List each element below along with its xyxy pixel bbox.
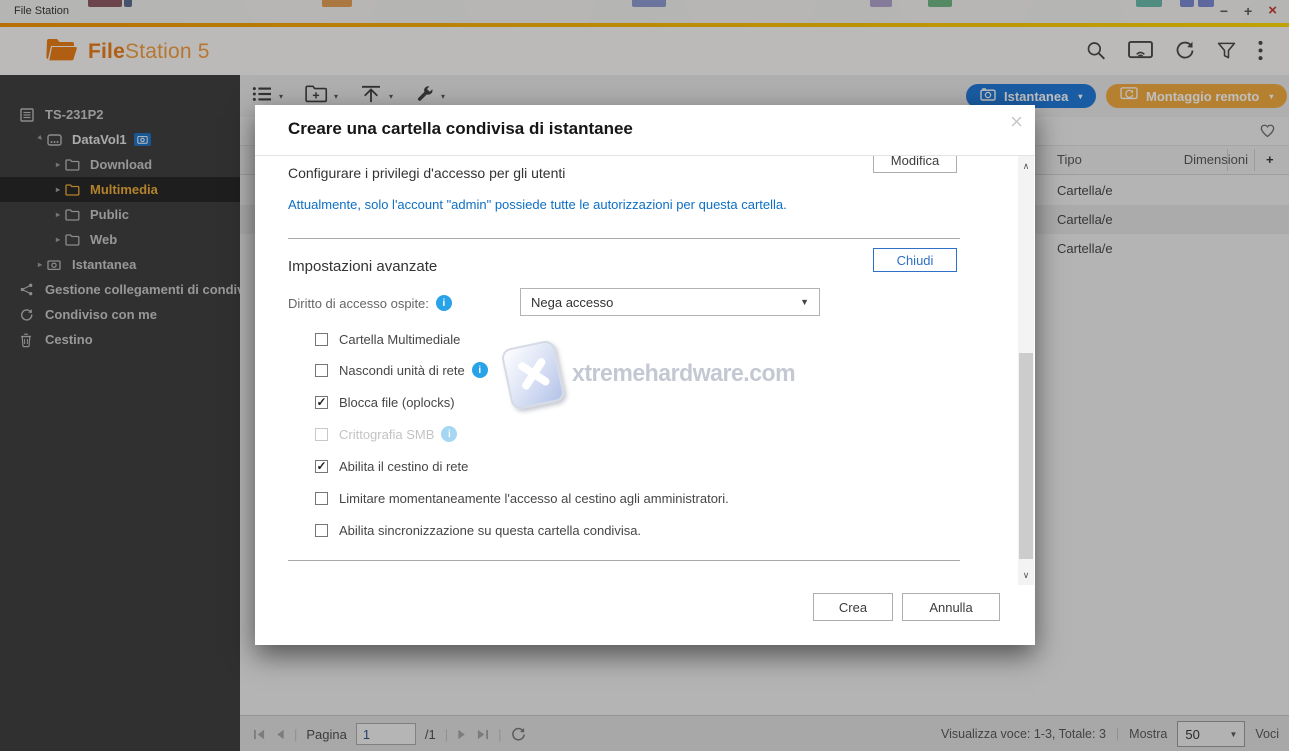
- guest-access-label: Diritto di accesso ospite:: [288, 295, 429, 311]
- create-button[interactable]: Crea: [813, 593, 893, 621]
- guest-access-value: Nega accesso: [531, 294, 614, 310]
- checkbox-label: Cartella Multimediale: [339, 331, 461, 347]
- checkbox-label: Limitare momentaneamente l'accesso al ce…: [339, 490, 729, 506]
- checkbox-row-enable-sync: Abilita sincronizzazione su questa carte…: [315, 520, 641, 540]
- checkbox-row-network-recycle-bin: ✓ Abilita il cestino di rete: [315, 456, 468, 476]
- edit-permissions-button[interactable]: Modifica: [873, 156, 957, 173]
- access-section-label: Configurare i privilegi d'accesso per gl…: [288, 165, 566, 181]
- chevron-down-icon: ▼: [800, 297, 809, 307]
- checkbox-row-oplocks: ✓ Blocca file (oplocks): [315, 392, 455, 412]
- checkbox[interactable]: [315, 491, 328, 505]
- checkbox-row-smb-encryption: Crittografia SMB i: [315, 424, 458, 444]
- close-advanced-button[interactable]: Chiudi: [873, 248, 957, 272]
- guest-access-dropdown[interactable]: Nega accesso ▼: [520, 288, 820, 316]
- dialog-scroll-content: Configurare i privilegi d'accesso per gl…: [255, 156, 1017, 585]
- advanced-section-label: Impostazioni avanzate: [288, 258, 438, 275]
- file-station-window: File Station − + × FileStation 5 TS-231P…: [0, 0, 1289, 751]
- create-snapshot-folder-dialog: Creare una cartella condivisa di istanta…: [255, 105, 1035, 645]
- dialog-scrollbar: ∧ ∨: [1018, 156, 1034, 585]
- dialog-title: Creare una cartella condivisa di istanta…: [288, 119, 633, 138]
- close-dialog-icon[interactable]: ×: [1010, 109, 1023, 135]
- info-icon[interactable]: i: [471, 362, 488, 378]
- checkbox[interactable]: ✓: [315, 395, 328, 409]
- checkbox-label: Blocca file (oplocks): [339, 394, 455, 410]
- checkbox-row-media-folder: Cartella Multimediale: [315, 329, 460, 349]
- checkbox[interactable]: [315, 363, 328, 377]
- divider: [288, 560, 960, 561]
- checkbox-row-hide-network-drive: Nascondi unità di rete i: [315, 360, 488, 380]
- scrollbar-thumb[interactable]: [1019, 353, 1033, 559]
- scroll-up-icon[interactable]: ∧: [1018, 158, 1034, 174]
- checkbox[interactable]: [315, 523, 328, 537]
- checkbox-label: Abilita il cestino di rete: [339, 458, 469, 474]
- checkbox-label: Crittografia SMB: [339, 426, 435, 442]
- checkbox[interactable]: ✓: [315, 459, 328, 473]
- cancel-button[interactable]: Annulla: [902, 593, 1000, 621]
- divider: [288, 238, 960, 239]
- checkbox-label: Abilita sincronizzazione su questa carte…: [339, 522, 642, 538]
- permissions-note: Attualmente, solo l'account "admin" poss…: [288, 197, 787, 212]
- info-icon: i: [441, 426, 458, 442]
- info-icon[interactable]: i: [435, 295, 452, 311]
- checkbox[interactable]: [315, 332, 328, 346]
- scroll-down-icon[interactable]: ∨: [1018, 567, 1034, 583]
- guest-access-row: Diritto di accesso ospite: i: [288, 295, 452, 311]
- checkbox: [315, 427, 328, 441]
- checkbox-label: Nascondi unità di rete: [339, 362, 465, 378]
- checkbox-row-restrict-recycle-admin: Limitare momentaneamente l'accesso al ce…: [315, 488, 729, 508]
